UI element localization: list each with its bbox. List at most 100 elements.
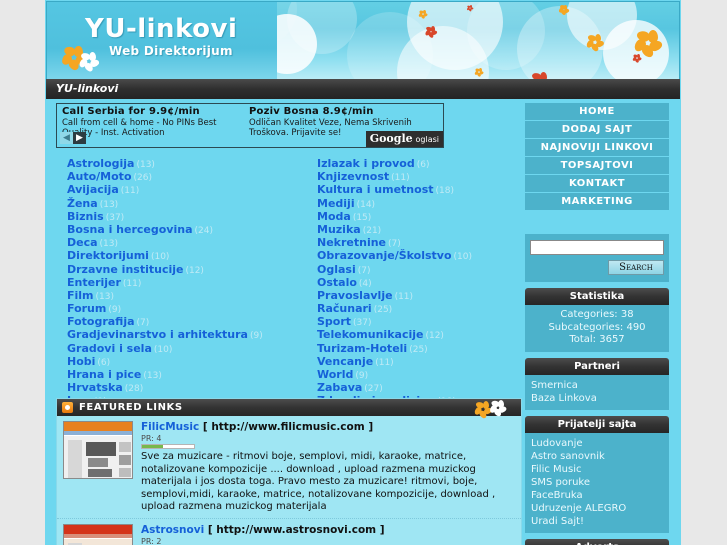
logo-title: YU-linkovi (85, 14, 238, 44)
sidebar-link[interactable]: Filic Music (531, 463, 663, 476)
flower-icon (528, 71, 552, 79)
category-item: Muzika (21) (317, 221, 527, 236)
category-item: Nekretnine (7) (317, 234, 527, 249)
sidebar-nav: HOME DODAJ SAJT NAJNOVIJI LINKOVI TOPSAJTOV… (525, 103, 669, 211)
category-item: Fotografija (7) (67, 313, 317, 328)
right-sidebar: HOME DODAJ SAJT NAJNOVIJI LINKOVI TOPSAJTOV… (525, 103, 669, 545)
category-item: Biznis (37) (67, 208, 317, 223)
pagerank-label: PR: 4 (141, 434, 162, 443)
category-column-right: Izlazak i provod (6) Knjizevnost (11) Kultur… (317, 155, 527, 407)
flower-icon (417, 9, 428, 20)
sidebar-nav-item-topsajtovi[interactable]: TOPSAJTOVI (525, 157, 669, 175)
stat-line: Total: 3657 (569, 334, 625, 345)
featured-link-title: Astrosnovi [ http://www.astrosnovi.com ] (141, 524, 515, 536)
category-item: Hobi (6) (67, 353, 317, 368)
sidebar-link[interactable]: Ludovanje (531, 437, 663, 450)
category-count: (28) (124, 384, 144, 395)
featured-links-header: FEATURED LINKS (57, 399, 521, 420)
flower-icon (557, 4, 570, 16)
category-count: (25) (409, 344, 428, 355)
page-body: Call Serbia for 9.9¢/min Call from cell … (45, 99, 681, 545)
category-item: Moda (15) (317, 208, 527, 223)
flower-icon (584, 33, 605, 53)
stat-line: Categories: 38 (560, 309, 634, 320)
google-ads-box: Call Serbia for 9.9¢/min Call from cell … (56, 103, 444, 148)
category-item: Ostalo (4) (317, 274, 527, 289)
ad-prev-arrow-icon[interactable]: ◀ (60, 131, 73, 144)
adverts-header: Adverts (525, 538, 669, 545)
sidebar-nav-item-marketing[interactable]: MARKETING (525, 193, 669, 211)
sidebar-nav-item-najnoviji-linkovi[interactable]: NAJNOVIJI LINKOVI (525, 139, 669, 157)
featured-link-name[interactable]: FilicMusic (141, 421, 199, 433)
category-item: Sport (37) (317, 313, 527, 328)
category-item: Hrvatska (28) (67, 379, 317, 395)
featured-link-row: Astrosnovi [ http://www.astrosnovi.com ]… (57, 519, 521, 545)
sidebar-link[interactable]: Udruzenje ALEGRO (531, 502, 663, 515)
site-thumbnail[interactable] (63, 523, 133, 545)
category-item: Žena (13) (67, 195, 317, 210)
pagerank-label: PR: 2 (141, 536, 162, 545)
flower-icon (631, 53, 642, 64)
category-count: (11) (394, 291, 414, 302)
category-count: (25) (373, 305, 393, 316)
category-item: Bosna i hercegovina (24) (67, 221, 317, 236)
partneri-body: Smernica Baza Linkova (525, 374, 669, 410)
category-item: Astrologija (13) (67, 155, 317, 170)
ad-title[interactable]: Call Serbia for 9.9¢/min (62, 106, 248, 117)
featured-link-body: Astrosnovi [ http://www.astrosnovi.com ]… (141, 524, 515, 545)
prijatelji-header: Prijatelji sajta (525, 415, 669, 433)
category-item: Drzavne institucije (12) (67, 261, 317, 276)
partneri-header: Partneri (525, 357, 669, 375)
logo-subtitle: Web Direktorijum (109, 44, 233, 58)
category-item: Izlazak i provod (6) (317, 155, 527, 170)
featured-link-title: FilicMusic [ http://www.filicmusic.com ] (141, 421, 515, 433)
category-item: Gradjevinarstvo i arhitektura (9) (67, 326, 317, 341)
sidebar-link[interactable]: FaceBruka (531, 489, 663, 502)
sidebar-link[interactable]: Astro sanovnik (531, 450, 663, 463)
search-button[interactable]: Search (608, 260, 664, 275)
category-item: Oglasi (7) (317, 261, 527, 276)
sidebar-link[interactable]: Uradi Sajt! (531, 515, 663, 528)
category-item: Hrana i pice (13) (67, 366, 317, 381)
category-count: (11) (122, 278, 142, 289)
category-count: (13) (143, 371, 162, 381)
featured-link-name[interactable]: Astrosnovi (141, 524, 204, 536)
featured-link-url: [ http://www.filicmusic.com ] (199, 421, 374, 433)
stat-line: Subcategories: 490 (548, 321, 646, 333)
category-item: Telekomunikacije (12) (317, 326, 527, 341)
google-ads-label: oglasi (415, 135, 440, 144)
flower-icon (631, 29, 663, 60)
ad-title[interactable]: Poziv Bosna 8.9¢/min (249, 106, 435, 117)
site-logo[interactable]: YU-linkovi Web Direktorijum (47, 2, 277, 79)
category-count: (10) (153, 344, 173, 355)
statistika-body: Categories: 38 Subcategories: 490 Total:… (525, 305, 669, 352)
sidebar-link[interactable]: Baza Linkova (531, 392, 663, 405)
category-item: Računari (25) (317, 300, 527, 316)
bullet-icon (62, 402, 73, 413)
category-count: (6) (416, 160, 430, 170)
site-thumbnail[interactable] (63, 421, 133, 479)
pagerank-bar (141, 444, 195, 449)
category-item: Deca (13) (67, 234, 317, 249)
ad-pager: ◀ ▶ (60, 127, 86, 146)
category-item: Gradovi i sela (10) (67, 340, 317, 355)
google-ads-badge[interactable]: Google oglasi (365, 131, 443, 147)
featured-link-url: [ http://www.astrosnovi.com ] (204, 523, 385, 536)
prijatelji-body: Ludovanje Astro sanovnik Filic Music SMS po… (525, 432, 669, 533)
sidebar-link[interactable]: SMS poruke (531, 476, 663, 489)
category-item: Pravoslavlje (11) (317, 287, 527, 302)
category-count: (24) (194, 225, 213, 236)
category-lists: Astrologija (13) Auto/Moto (26) Avijacija (11… (56, 155, 522, 407)
ad-next-arrow-icon[interactable]: ▶ (73, 131, 86, 144)
category-item: Zabava (27) (317, 379, 527, 394)
sidebar-nav-item-home[interactable]: HOME (525, 103, 669, 121)
flower-icon (466, 4, 474, 13)
category-count: (10) (453, 252, 472, 263)
category-item: Obrazovanje/Školstvo (10) (317, 247, 527, 263)
search-input[interactable] (530, 240, 664, 255)
sidebar-nav-item-kontakt[interactable]: KONTAKT (525, 175, 669, 193)
page-container: YU-linkovi Web Direktorijum YU-linkovi C… (45, 0, 681, 545)
ad-slot-1[interactable]: Call Serbia for 9.9¢/min Call from cell … (62, 106, 248, 138)
sidebar-link[interactable]: Smernica (531, 379, 663, 392)
sidebar-nav-item-dodaj-sajt[interactable]: DODAJ SAJT (525, 121, 669, 139)
